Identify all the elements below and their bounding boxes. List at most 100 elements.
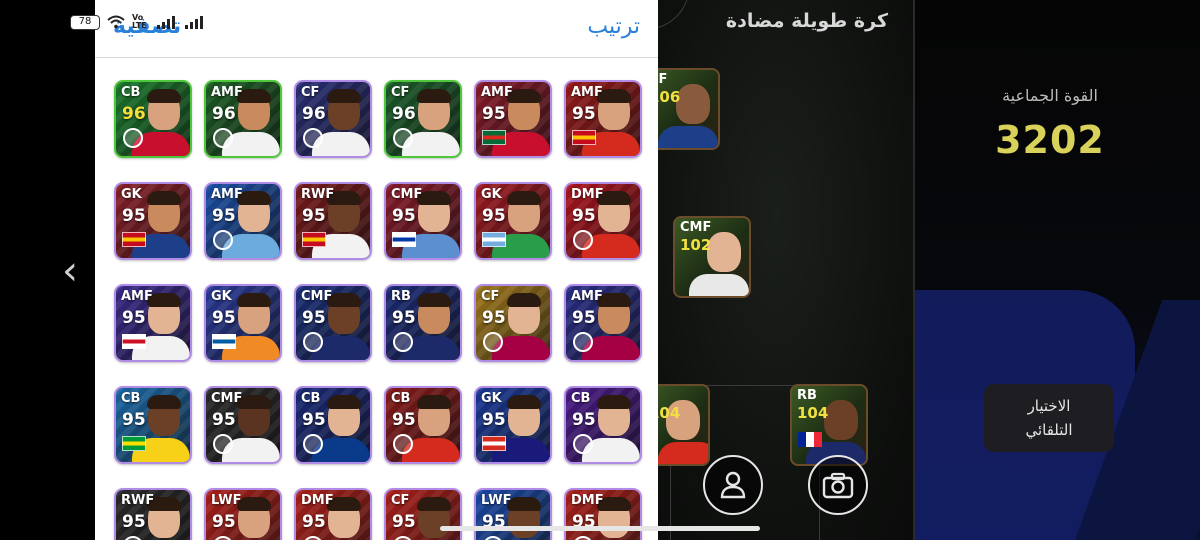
player-card[interactable]: CMF 95 bbox=[384, 182, 462, 260]
player-rating: 95 bbox=[572, 410, 596, 430]
club-badge-icon bbox=[123, 128, 143, 148]
player-rating: 95 bbox=[212, 206, 236, 226]
player-card[interactable]: CB 95 bbox=[294, 386, 372, 464]
volte-indicator: Vo LTE bbox=[132, 13, 147, 30]
player-rating: 95 bbox=[392, 410, 416, 430]
player-selector-panel: ترتيب تصفية CB 96 AMF 96 CF 96 CF 96 AMF 95 AMF 95 G… bbox=[95, 0, 658, 540]
player-position: RB bbox=[391, 289, 411, 304]
pitch-player-card[interactable]: RB 104 bbox=[790, 384, 868, 466]
player-rating: 95 bbox=[212, 512, 236, 532]
player-card[interactable]: CF 96 bbox=[384, 80, 462, 158]
player-hair bbox=[417, 497, 451, 511]
auto-select-line1: الاختيار bbox=[1027, 397, 1071, 415]
chevron-left-icon[interactable]: ‹ bbox=[62, 248, 78, 294]
auto-select-line2: التلقائي bbox=[1025, 421, 1073, 439]
pitch-player-card[interactable]: CMF 102 bbox=[673, 216, 751, 298]
player-position: CF bbox=[391, 85, 410, 100]
player-hair bbox=[597, 395, 631, 409]
player-position: CB bbox=[121, 85, 141, 100]
player-card[interactable]: CMF 95 bbox=[294, 284, 372, 362]
sort-button[interactable]: ترتيب bbox=[587, 14, 640, 39]
player-position: CMF bbox=[211, 391, 243, 406]
player-position: CF bbox=[391, 493, 410, 508]
club-badge-icon bbox=[303, 128, 323, 148]
player-hair bbox=[147, 191, 181, 205]
player-rating: 95 bbox=[122, 410, 146, 430]
player-position: GK bbox=[481, 187, 502, 202]
player-card[interactable]: CMF 95 bbox=[204, 386, 282, 464]
player-card[interactable]: CF 95 bbox=[384, 488, 462, 540]
club-badge-icon bbox=[303, 434, 323, 454]
player-card[interactable]: GK 95 bbox=[474, 182, 552, 260]
player-rating: 95 bbox=[122, 512, 146, 532]
club-badge-icon bbox=[573, 434, 593, 454]
player-portrait bbox=[676, 84, 710, 124]
player-card[interactable]: CB 96 bbox=[114, 80, 192, 158]
player-card[interactable]: AMF 95 bbox=[114, 284, 192, 362]
player-rating: 95 bbox=[392, 308, 416, 328]
player-rating: 95 bbox=[392, 206, 416, 226]
player-hair bbox=[417, 395, 451, 409]
flag-icon bbox=[482, 130, 506, 145]
player-position: CB bbox=[301, 391, 321, 406]
pitch-card-rating: 102 bbox=[680, 236, 712, 254]
player-position: AMF bbox=[481, 85, 513, 100]
player-card[interactable]: AMF 95 bbox=[474, 80, 552, 158]
tactics-title: كرة طويلة مضادة bbox=[725, 10, 888, 32]
profile-button[interactable] bbox=[703, 455, 763, 515]
player-position: CF bbox=[481, 289, 500, 304]
player-shirt bbox=[658, 126, 718, 148]
player-card[interactable]: GK 95 bbox=[114, 182, 192, 260]
player-card[interactable]: AMF 95 bbox=[564, 284, 642, 362]
player-card[interactable]: CB 95 bbox=[564, 386, 642, 464]
flag-icon bbox=[482, 232, 506, 247]
player-rating: 95 bbox=[572, 308, 596, 328]
player-rating: 96 bbox=[212, 104, 236, 124]
player-card[interactable]: DMF 95 bbox=[564, 488, 642, 540]
player-position: CMF bbox=[391, 187, 423, 202]
signal-icon-2 bbox=[185, 16, 203, 29]
player-hair bbox=[507, 293, 541, 307]
player-card[interactable]: RWF 95 bbox=[294, 182, 372, 260]
player-position: CB bbox=[571, 391, 591, 406]
camera-button[interactable] bbox=[808, 455, 868, 515]
player-card[interactable]: CB 95 bbox=[114, 386, 192, 464]
home-indicator bbox=[440, 526, 760, 531]
status-bar: 78 Vo LTE bbox=[70, 12, 206, 32]
player-position: DMF bbox=[301, 493, 334, 508]
player-card[interactable]: DMF 95 bbox=[564, 182, 642, 260]
player-rating: 95 bbox=[482, 410, 506, 430]
player-rating: 95 bbox=[302, 410, 326, 430]
player-position: DMF bbox=[571, 493, 604, 508]
player-position: CMF bbox=[301, 289, 333, 304]
player-card[interactable]: LWF 95 bbox=[474, 488, 552, 540]
right-panel bbox=[915, 0, 1200, 540]
club-badge-icon bbox=[213, 230, 233, 250]
player-position: LWF bbox=[211, 493, 242, 508]
player-card[interactable]: AMF 95 bbox=[204, 182, 282, 260]
player-card[interactable]: CF 96 bbox=[294, 80, 372, 158]
player-hair bbox=[327, 395, 361, 409]
player-position: CF bbox=[301, 85, 320, 100]
player-shirt bbox=[689, 274, 749, 296]
club-badge-icon bbox=[393, 128, 413, 148]
player-card[interactable]: LWF 95 bbox=[204, 488, 282, 540]
player-position: AMF bbox=[571, 289, 603, 304]
player-card[interactable]: RB 95 bbox=[384, 284, 462, 362]
player-position: GK bbox=[211, 289, 232, 304]
player-card[interactable]: DMF 95 bbox=[294, 488, 372, 540]
player-hair bbox=[147, 395, 181, 409]
player-card[interactable]: GK 95 bbox=[204, 284, 282, 362]
player-card[interactable]: GK 95 bbox=[474, 386, 552, 464]
player-hair bbox=[237, 293, 271, 307]
auto-select-button[interactable]: الاختيار التلقائي bbox=[984, 384, 1114, 452]
signal-icon bbox=[157, 16, 175, 29]
player-card[interactable]: CB 95 bbox=[384, 386, 462, 464]
club-badge-icon bbox=[213, 128, 233, 148]
player-card[interactable]: CF 95 bbox=[474, 284, 552, 362]
player-card[interactable]: RWF 95 bbox=[114, 488, 192, 540]
flag-icon bbox=[482, 436, 506, 451]
player-card[interactable]: AMF 95 bbox=[564, 80, 642, 158]
player-hair bbox=[327, 89, 361, 103]
player-card[interactable]: AMF 96 bbox=[204, 80, 282, 158]
